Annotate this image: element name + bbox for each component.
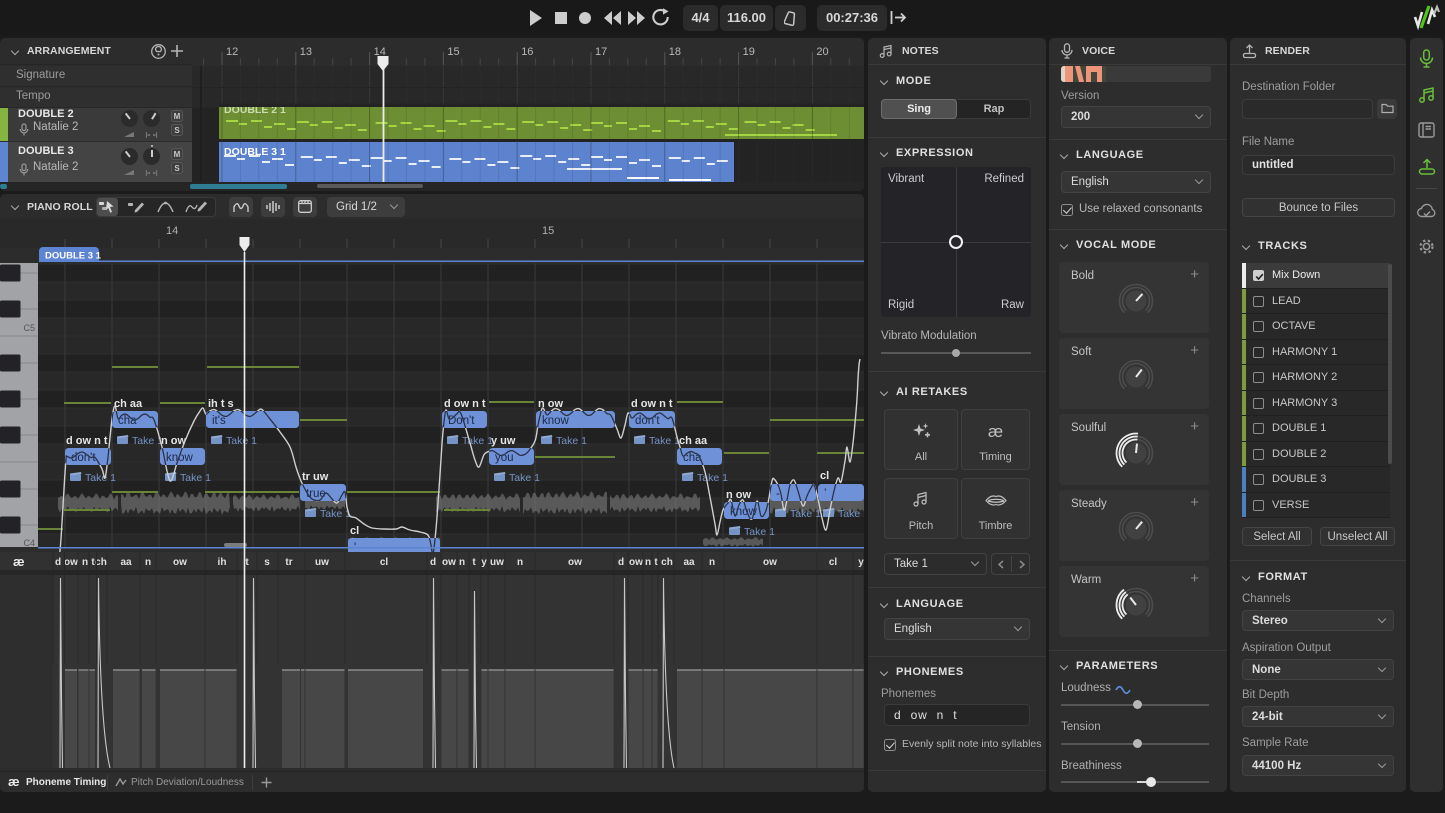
svg-text:tr uw: tr uw: [302, 471, 329, 483]
svg-text:d: d: [430, 557, 436, 568]
svg-text:17: 17: [595, 46, 607, 58]
svg-text:y uw: y uw: [491, 435, 516, 447]
svg-text:12: 12: [226, 46, 238, 58]
svg-text:15: 15: [542, 225, 554, 237]
svg-text:d: d: [55, 557, 61, 568]
svg-text:Take 1: Take 1: [320, 508, 351, 520]
svg-text:d: d: [618, 557, 624, 568]
svg-text:Take 1: Take 1: [649, 435, 680, 447]
svg-text:19: 19: [743, 46, 755, 58]
svg-text:d ow n t: d ow n t: [444, 398, 486, 410]
svg-text:14: 14: [166, 225, 178, 237]
svg-text:ch: ch: [661, 557, 673, 568]
svg-text:uw: uw: [490, 557, 504, 568]
svg-text:ow: ow: [568, 557, 582, 568]
svg-text:ih: ih: [218, 557, 227, 568]
svg-text:ch aa: ch aa: [114, 398, 143, 410]
svg-text:know: know: [542, 415, 570, 427]
svg-text:n: n: [709, 557, 715, 568]
svg-text:16: 16: [521, 46, 533, 58]
svg-text:aa: aa: [120, 557, 132, 568]
svg-text:uw: uw: [315, 557, 329, 568]
svg-text:Take 1: Take 1: [180, 472, 211, 484]
svg-text:don't: don't: [635, 415, 660, 427]
svg-text:y: y: [481, 557, 487, 568]
svg-text:don't: don't: [71, 452, 96, 464]
svg-text:d ow n t: d ow n t: [66, 435, 108, 447]
svg-text:Take 1: Take 1: [132, 435, 163, 447]
svg-text:’: ’: [824, 488, 827, 500]
svg-text:cl: cl: [829, 557, 838, 568]
svg-text:Take 1: Take 1: [556, 435, 587, 447]
svg-text:y: y: [858, 557, 864, 568]
svg-text:Take 1: Take 1: [85, 472, 116, 484]
svg-text:d ow n t: d ow n t: [631, 398, 673, 410]
svg-text:ih t s: ih t s: [208, 398, 234, 410]
svg-text:true: true: [306, 488, 326, 500]
svg-text:n: n: [517, 557, 523, 568]
svg-text:n: n: [145, 557, 151, 568]
svg-text:cl: cl: [380, 557, 389, 568]
svg-text:Take 1: Take 1: [744, 526, 775, 538]
svg-text:cl: cl: [350, 525, 359, 537]
svg-text:n: n: [82, 557, 88, 568]
svg-text:Take 1: Take 1: [462, 435, 493, 447]
svg-text:ch aa: ch aa: [679, 435, 708, 447]
svg-text:DOUBLE 3 1: DOUBLE 3 1: [45, 251, 102, 262]
svg-text:15: 15: [447, 46, 459, 58]
svg-text:18: 18: [669, 46, 681, 58]
svg-text:Take 1: Take 1: [226, 435, 257, 447]
svg-text:Take 1: Take 1: [838, 508, 864, 520]
svg-text:13: 13: [300, 46, 312, 58]
svg-text:C4: C4: [23, 538, 35, 548]
svg-text:ow: ow: [763, 557, 777, 568]
svg-text:ow: ow: [64, 557, 78, 568]
svg-text:n: n: [645, 557, 651, 568]
svg-text:tr: tr: [285, 557, 292, 568]
svg-text:s: s: [264, 557, 270, 568]
svg-text:Take 1: Take 1: [697, 472, 728, 484]
svg-text:Take 1: Take 1: [509, 472, 540, 484]
svg-text:Take 1: Take 1: [790, 508, 821, 520]
svg-text:ow: ow: [173, 557, 187, 568]
svg-text:cl: cl: [820, 470, 829, 482]
svg-text:ow: ow: [629, 557, 643, 568]
svg-text:n: n: [459, 557, 465, 568]
svg-text:ow: ow: [442, 557, 456, 568]
svg-text:20: 20: [816, 46, 828, 58]
svg-text:æ: æ: [13, 554, 25, 569]
svg-text:aa: aa: [683, 557, 695, 568]
svg-text:C5: C5: [23, 323, 35, 333]
